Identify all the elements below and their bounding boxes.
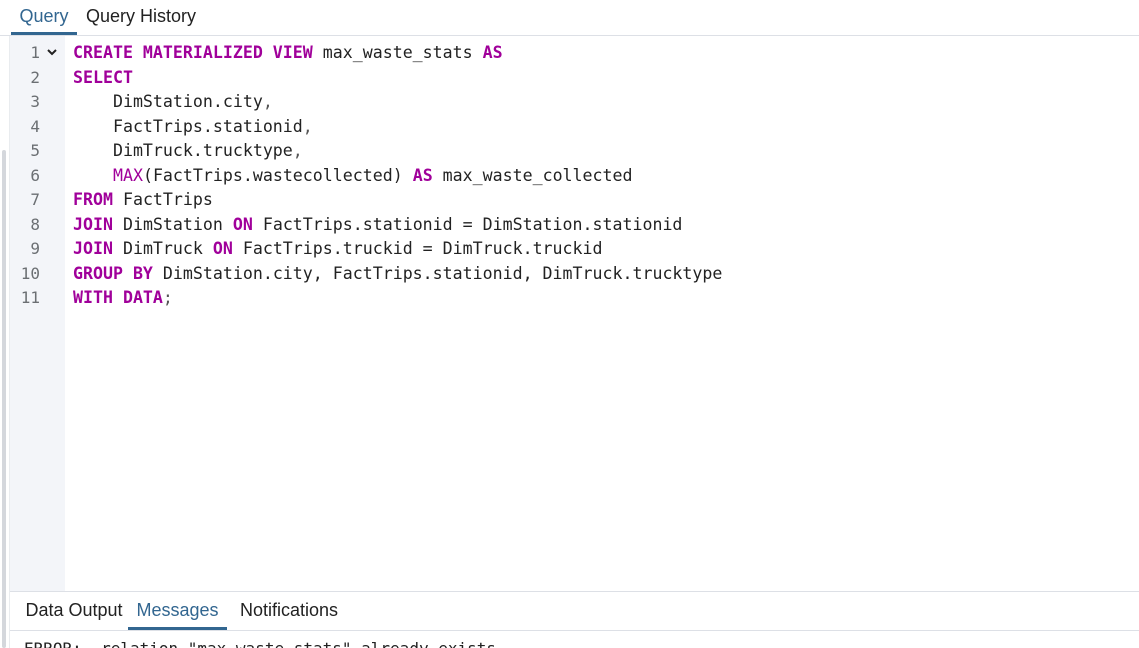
code-line: MAX(FactTrips.wastecollected) AS max_was…: [73, 164, 633, 188]
sql-token: ;: [162, 288, 173, 307]
code-line: DimTruck.trucktype,: [73, 139, 303, 163]
sql-token: FactTrips.truckid = DimTruck.truckid: [232, 239, 603, 258]
sql-editor[interactable]: 1 2 3 4 5 6 7 8 9 10 11 CREATE MATERIALI…: [10, 36, 1139, 591]
sql-token: max_waste_collected: [432, 166, 633, 185]
sql-keyword: GROUP BY: [73, 264, 153, 283]
code-line: GROUP BY DimStation.city, FactTrips.stat…: [73, 262, 722, 286]
sql-function: MAX: [112, 166, 143, 185]
line-number: 2: [30, 68, 40, 87]
query-tabs-bar: Query Query History: [0, 0, 1139, 36]
tab-notifications[interactable]: Notifications: [232, 592, 346, 630]
sql-token: FactTrips: [112, 190, 213, 209]
results-tabs-bar: Data Output Messages Notifications: [10, 591, 1139, 631]
fold-chevron-down-icon[interactable]: [46, 46, 58, 58]
tab-query-history[interactable]: Query History: [82, 0, 200, 35]
sql-token: ,: [292, 141, 303, 160]
code-line: FROM FactTrips: [73, 188, 213, 212]
code-line: FactTrips.stationid,: [73, 115, 313, 139]
sql-token: max_waste_stats: [312, 43, 483, 62]
tab-messages[interactable]: Messages: [128, 592, 227, 630]
line-number: 9: [30, 239, 40, 258]
messages-panel: ERROR: relation "max_waste_stats" alread…: [10, 631, 1139, 648]
code-line: WITH DATA;: [73, 286, 173, 310]
sql-keyword: AS: [482, 43, 503, 62]
sql-token: FactTrips.stationid = DimStation.station…: [252, 215, 683, 234]
line-number: 3: [30, 92, 40, 111]
sql-token: DimTruck: [112, 239, 213, 258]
code-line: JOIN DimTruck ON FactTrips.truckid = Dim…: [73, 237, 603, 261]
code-line: DimStation.city,: [73, 90, 273, 114]
line-number: 10: [20, 264, 40, 283]
sql-token: ,: [302, 117, 313, 136]
sql-keyword: WITH DATA: [73, 288, 163, 307]
error-message: ERROR: relation "max_waste_stats" alread…: [24, 639, 496, 648]
sql-token: (FactTrips.wastecollected): [142, 166, 413, 185]
left-scrollbar[interactable]: [2, 150, 6, 648]
line-number: 5: [30, 141, 40, 160]
sql-keyword: FROM: [73, 190, 113, 209]
line-number: 8: [30, 215, 40, 234]
tab-query[interactable]: Query: [11, 0, 77, 35]
query-tool-window: Query Query History 1 2 3 4 5 6 7 8 9 10…: [0, 0, 1139, 648]
code-line: JOIN DimStation ON FactTrips.stationid =…: [73, 213, 682, 237]
sql-keyword: ON: [212, 239, 233, 258]
sql-token: DimTruck.trucktype: [73, 141, 293, 160]
code-line: CREATE MATERIALIZED VIEW max_waste_stats…: [73, 41, 503, 65]
line-number: 1: [30, 43, 40, 62]
tab-data-output[interactable]: Data Output: [16, 592, 132, 630]
line-number: 11: [20, 288, 40, 307]
line-number: 6: [30, 166, 40, 185]
sql-token: ,: [262, 92, 273, 111]
code-line: SELECT: [73, 66, 133, 90]
sql-keyword: SELECT: [73, 68, 133, 87]
sql-token: DimStation.city: [73, 92, 263, 111]
sql-token: DimStation.city, FactTrips.stationid, Di…: [152, 264, 723, 283]
sql-keyword: AS: [412, 166, 433, 185]
sql-keyword: JOIN: [73, 215, 113, 234]
line-number-gutter: 1 2 3 4 5 6 7 8 9 10 11: [10, 36, 65, 591]
sql-keyword: CREATE MATERIALIZED VIEW: [73, 43, 313, 62]
sql-keyword: JOIN: [73, 239, 113, 258]
sql-token: FactTrips.stationid: [73, 117, 303, 136]
sql-keyword: ON: [232, 215, 253, 234]
line-number: 4: [30, 117, 40, 136]
sql-token: DimStation: [112, 215, 233, 234]
line-number: 7: [30, 190, 40, 209]
